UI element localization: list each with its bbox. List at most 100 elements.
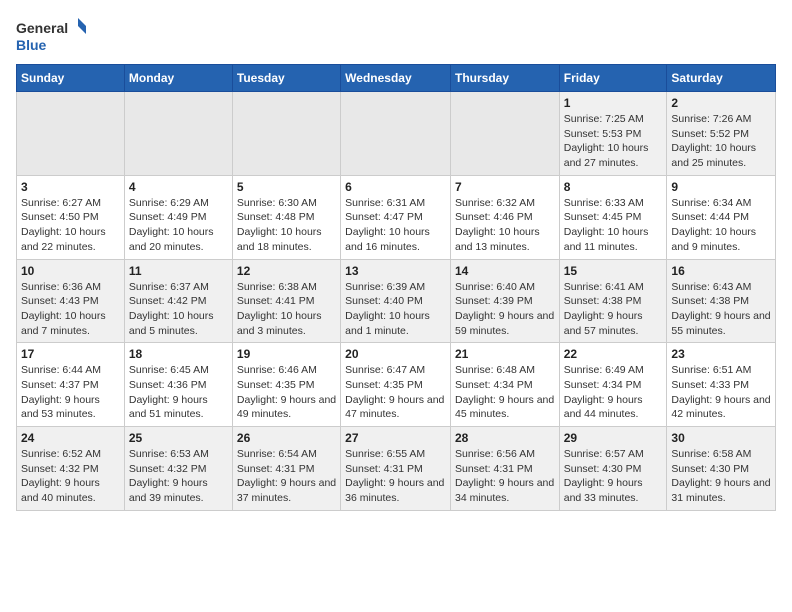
day-number: 11 xyxy=(129,264,228,278)
day-info: Sunrise: 6:40 AM Sunset: 4:39 PM Dayligh… xyxy=(455,280,555,339)
day-info: Sunrise: 6:44 AM Sunset: 4:37 PM Dayligh… xyxy=(21,363,120,422)
day-number: 13 xyxy=(345,264,446,278)
day-number: 23 xyxy=(671,347,771,361)
calendar-cell xyxy=(124,92,232,176)
page-header: General Blue xyxy=(16,16,776,56)
calendar-cell: 5 Sunrise: 6:30 AM Sunset: 4:48 PM Daylig… xyxy=(232,175,340,259)
day-number: 10 xyxy=(21,264,120,278)
svg-text:Blue: Blue xyxy=(16,37,47,53)
day-number: 30 xyxy=(671,431,771,445)
day-number: 15 xyxy=(564,264,663,278)
day-info: Sunrise: 7:25 AM Sunset: 5:53 PM Dayligh… xyxy=(564,112,663,171)
calendar-cell: 15 Sunrise: 6:41 AM Sunset: 4:38 PM Dayli… xyxy=(559,259,667,343)
day-number: 3 xyxy=(21,180,120,194)
calendar-week-row: 24 Sunrise: 6:52 AM Sunset: 4:32 PM Dayli… xyxy=(17,427,776,511)
day-number: 17 xyxy=(21,347,120,361)
calendar-cell: 30 Sunrise: 6:58 AM Sunset: 4:30 PM Dayli… xyxy=(667,427,776,511)
calendar-cell: 27 Sunrise: 6:55 AM Sunset: 4:31 PM Dayli… xyxy=(341,427,451,511)
day-info: Sunrise: 6:45 AM Sunset: 4:36 PM Dayligh… xyxy=(129,363,228,422)
calendar-cell: 8Sunrise: 6:33 AM Sunset: 4:45 PM Daylig… xyxy=(559,175,667,259)
day-info: Sunrise: 6:57 AM Sunset: 4:30 PM Dayligh… xyxy=(564,447,663,506)
weekday-header-monday: Monday xyxy=(124,65,232,92)
weekday-header-thursday: Thursday xyxy=(450,65,559,92)
day-info: Sunrise: 6:47 AM Sunset: 4:35 PM Dayligh… xyxy=(345,363,446,422)
calendar-cell: 6 Sunrise: 6:31 AM Sunset: 4:47 PM Daylig… xyxy=(341,175,451,259)
calendar-cell: 7Sunrise: 6:32 AM Sunset: 4:46 PM Daylig… xyxy=(450,175,559,259)
day-info: Sunrise: 6:30 AM Sunset: 4:48 PM Dayligh… xyxy=(237,196,336,255)
calendar-cell: 17 Sunrise: 6:44 AM Sunset: 4:37 PM Dayli… xyxy=(17,343,125,427)
calendar-cell: 23Sunrise: 6:51 AM Sunset: 4:33 PM Dayli… xyxy=(667,343,776,427)
day-info: Sunrise: 6:53 AM Sunset: 4:32 PM Dayligh… xyxy=(129,447,228,506)
calendar-cell: 10 Sunrise: 6:36 AM Sunset: 4:43 PM Dayli… xyxy=(17,259,125,343)
day-number: 18 xyxy=(129,347,228,361)
day-info: Sunrise: 6:31 AM Sunset: 4:47 PM Dayligh… xyxy=(345,196,446,255)
calendar-cell: 3 Sunrise: 6:27 AM Sunset: 4:50 PM Daylig… xyxy=(17,175,125,259)
day-number: 24 xyxy=(21,431,120,445)
calendar-cell: 26Sunrise: 6:54 AM Sunset: 4:31 PM Dayli… xyxy=(232,427,340,511)
day-info: Sunrise: 6:39 AM Sunset: 4:40 PM Dayligh… xyxy=(345,280,446,339)
day-info: Sunrise: 6:43 AM Sunset: 4:38 PM Dayligh… xyxy=(671,280,771,339)
calendar-cell: 29 Sunrise: 6:57 AM Sunset: 4:30 PM Dayli… xyxy=(559,427,667,511)
weekday-header-sunday: Sunday xyxy=(17,65,125,92)
day-info: Sunrise: 6:34 AM Sunset: 4:44 PM Dayligh… xyxy=(671,196,771,255)
calendar-cell: 28 Sunrise: 6:56 AM Sunset: 4:31 PM Dayli… xyxy=(450,427,559,511)
calendar-cell: 24 Sunrise: 6:52 AM Sunset: 4:32 PM Dayli… xyxy=(17,427,125,511)
day-info: Sunrise: 6:32 AM Sunset: 4:46 PM Dayligh… xyxy=(455,196,555,255)
calendar-cell: 14 Sunrise: 6:40 AM Sunset: 4:39 PM Dayli… xyxy=(450,259,559,343)
day-number: 5 xyxy=(237,180,336,194)
day-number: 28 xyxy=(455,431,555,445)
day-number: 29 xyxy=(564,431,663,445)
calendar-cell: 20 Sunrise: 6:47 AM Sunset: 4:35 PM Dayli… xyxy=(341,343,451,427)
svg-text:General: General xyxy=(16,20,68,36)
calendar-cell: 11Sunrise: 6:37 AM Sunset: 4:42 PM Dayli… xyxy=(124,259,232,343)
calendar-week-row: 17 Sunrise: 6:44 AM Sunset: 4:37 PM Dayli… xyxy=(17,343,776,427)
calendar-week-row: 3 Sunrise: 6:27 AM Sunset: 4:50 PM Daylig… xyxy=(17,175,776,259)
calendar-cell: 13 Sunrise: 6:39 AM Sunset: 4:40 PM Dayli… xyxy=(341,259,451,343)
weekday-header-saturday: Saturday xyxy=(667,65,776,92)
day-number: 1 xyxy=(564,96,663,110)
day-info: Sunrise: 6:56 AM Sunset: 4:31 PM Dayligh… xyxy=(455,447,555,506)
calendar-week-row: 10 Sunrise: 6:36 AM Sunset: 4:43 PM Dayli… xyxy=(17,259,776,343)
calendar-cell xyxy=(450,92,559,176)
calendar-cell xyxy=(232,92,340,176)
calendar-header-row: SundayMondayTuesdayWednesdayThursdayFrid… xyxy=(17,65,776,92)
weekday-header-friday: Friday xyxy=(559,65,667,92)
calendar-cell: 18 Sunrise: 6:45 AM Sunset: 4:36 PM Dayli… xyxy=(124,343,232,427)
calendar-cell: 4 Sunrise: 6:29 AM Sunset: 4:49 PM Daylig… xyxy=(124,175,232,259)
day-info: Sunrise: 6:33 AM Sunset: 4:45 PM Dayligh… xyxy=(564,196,663,255)
day-info: Sunrise: 6:55 AM Sunset: 4:31 PM Dayligh… xyxy=(345,447,446,506)
day-number: 4 xyxy=(129,180,228,194)
day-info: Sunrise: 6:41 AM Sunset: 4:38 PM Dayligh… xyxy=(564,280,663,339)
weekday-header-wednesday: Wednesday xyxy=(341,65,451,92)
calendar-cell: 1 Sunrise: 7:25 AM Sunset: 5:53 PM Daylig… xyxy=(559,92,667,176)
weekday-header-tuesday: Tuesday xyxy=(232,65,340,92)
day-info: Sunrise: 6:46 AM Sunset: 4:35 PM Dayligh… xyxy=(237,363,336,422)
day-number: 25 xyxy=(129,431,228,445)
day-info: Sunrise: 6:52 AM Sunset: 4:32 PM Dayligh… xyxy=(21,447,120,506)
calendar-cell: 19 Sunrise: 6:46 AM Sunset: 4:35 PM Dayli… xyxy=(232,343,340,427)
day-number: 6 xyxy=(345,180,446,194)
calendar-cell: 22Sunrise: 6:49 AM Sunset: 4:34 PM Dayli… xyxy=(559,343,667,427)
day-info: Sunrise: 6:27 AM Sunset: 4:50 PM Dayligh… xyxy=(21,196,120,255)
day-number: 9 xyxy=(671,180,771,194)
day-number: 27 xyxy=(345,431,446,445)
day-info: Sunrise: 6:29 AM Sunset: 4:49 PM Dayligh… xyxy=(129,196,228,255)
day-number: 16 xyxy=(671,264,771,278)
calendar-cell: 21Sunrise: 6:48 AM Sunset: 4:34 PM Dayli… xyxy=(450,343,559,427)
day-info: Sunrise: 6:58 AM Sunset: 4:30 PM Dayligh… xyxy=(671,447,771,506)
calendar-cell xyxy=(341,92,451,176)
calendar-table: SundayMondayTuesdayWednesdayThursdayFrid… xyxy=(16,64,776,511)
calendar-cell: 9 Sunrise: 6:34 AM Sunset: 4:44 PM Daylig… xyxy=(667,175,776,259)
day-number: 19 xyxy=(237,347,336,361)
calendar-week-row: 1 Sunrise: 7:25 AM Sunset: 5:53 PM Daylig… xyxy=(17,92,776,176)
day-number: 2 xyxy=(671,96,771,110)
calendar-cell: 12Sunrise: 6:38 AM Sunset: 4:41 PM Dayli… xyxy=(232,259,340,343)
calendar-cell: 25 Sunrise: 6:53 AM Sunset: 4:32 PM Dayli… xyxy=(124,427,232,511)
day-info: Sunrise: 6:54 AM Sunset: 4:31 PM Dayligh… xyxy=(237,447,336,506)
day-info: Sunrise: 6:36 AM Sunset: 4:43 PM Dayligh… xyxy=(21,280,120,339)
day-number: 12 xyxy=(237,264,336,278)
day-number: 20 xyxy=(345,347,446,361)
logo-svg: General Blue xyxy=(16,16,86,56)
day-number: 14 xyxy=(455,264,555,278)
day-info: Sunrise: 7:26 AM Sunset: 5:52 PM Dayligh… xyxy=(671,112,771,171)
